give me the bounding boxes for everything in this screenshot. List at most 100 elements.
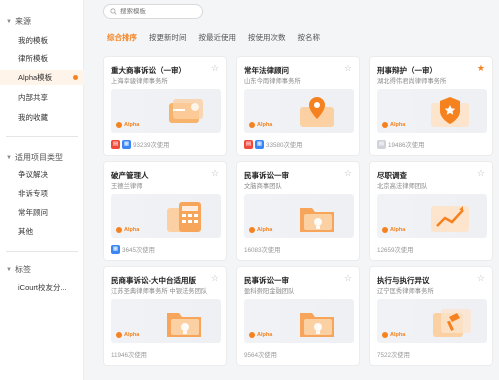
star-icon[interactable]: ☆ xyxy=(211,169,219,178)
template-card[interactable]: 民商事诉讼-大中台适用版 江苏圣典律师事务所 中银法务团队 ☆ Alpha 11… xyxy=(103,266,227,366)
card-footer: 16083次使用 xyxy=(244,245,280,254)
star-icon[interactable]: ☆ xyxy=(477,274,485,283)
card-thumbnail: Alpha xyxy=(244,299,354,343)
info-badge: ▦ xyxy=(111,245,120,254)
sidebar-item-my-templates[interactable]: 我的模板 xyxy=(0,33,84,48)
sidebar-item-tag-icourt[interactable]: iCourt校友分... xyxy=(0,280,84,295)
card-footer: 12659次使用 xyxy=(377,245,413,254)
alpha-logo-icon xyxy=(116,227,122,233)
template-card[interactable]: 民事诉讼一审 盈科赍阳金融团队 ☆ Alpha 9564次使用 xyxy=(236,266,360,366)
alpha-logo: Alpha xyxy=(382,332,405,338)
card-title: 民事诉讼一审 xyxy=(244,171,289,180)
tags-section-title[interactable]: ▼ 标签 xyxy=(6,264,31,275)
card-thumbnail: Alpha xyxy=(111,299,221,343)
usage-count: 11946次使用 xyxy=(111,352,147,359)
card-subtitle: 北京高法律师团队 xyxy=(377,183,428,190)
alpha-logo-icon xyxy=(382,227,388,233)
star-icon[interactable]: ☆ xyxy=(211,64,219,73)
card-title: 常年法律顾问 xyxy=(244,66,289,75)
sort-tab-name[interactable]: 按名称 xyxy=(298,32,321,43)
card-title: 刑事辩护（一审） xyxy=(377,66,437,75)
alpha-logo: Alpha xyxy=(116,227,139,233)
card-footer: 7522次使用 xyxy=(377,350,410,359)
divider xyxy=(6,251,78,252)
card-footer: ▤ ▦ 33580次使用 xyxy=(244,140,302,149)
star-icon[interactable]: ☆ xyxy=(344,64,352,73)
card-title: 破产管理人 xyxy=(111,171,149,180)
sort-tab-recent[interactable]: 按最近使用 xyxy=(199,32,237,43)
card-thumbnail: Alpha xyxy=(111,194,221,238)
card-thumbnail: Alpha xyxy=(244,89,354,133)
card-footer: ▤ 19486次使用 xyxy=(377,140,424,149)
chevron-down-icon: ▼ xyxy=(6,266,12,273)
card-subtitle: 辽宁匡秀律师事务所 xyxy=(377,288,434,295)
sidebar-item-non-litigation[interactable]: 非诉专项 xyxy=(0,186,84,201)
gavel-illustration-icon xyxy=(433,309,471,337)
shield-illustration-icon xyxy=(431,97,469,127)
card-title: 执行与执行异议 xyxy=(377,276,430,285)
star-icon[interactable]: ★ xyxy=(477,64,485,73)
template-card[interactable]: 重大商事诉讼（一审） 上海幸骏律师事务所 ☆ Alpha ▤ ▦ 93239次使用 xyxy=(103,56,227,156)
sidebar-item-internal-share[interactable]: 内部共享 xyxy=(0,90,84,105)
card-subtitle: 山东今雨律师事务所 xyxy=(244,78,301,85)
usage-count: 7522次使用 xyxy=(377,352,410,359)
usage-count: 12659次使用 xyxy=(377,247,414,254)
star-icon[interactable]: ☆ xyxy=(477,169,485,178)
card-footer: 9564次使用 xyxy=(244,350,277,359)
pin-illustration-icon xyxy=(300,97,334,127)
template-card[interactable]: 执行与执行异议 辽宁匡秀律师事务所 ☆ Alpha 7522次使用 xyxy=(369,266,493,366)
card-subtitle: 江苏圣典律师事务所 中银法务团队 xyxy=(111,288,208,295)
sidebar-item-other[interactable]: 其他 xyxy=(0,224,84,239)
usage-count: 16083次使用 xyxy=(244,247,281,254)
doc-badge: ▤ xyxy=(244,140,253,149)
chevron-down-icon: ▼ xyxy=(6,154,12,161)
card-illustration-icon xyxy=(169,99,203,123)
search-box[interactable] xyxy=(103,4,203,19)
star-icon[interactable]: ☆ xyxy=(344,274,352,283)
alpha-logo-icon xyxy=(249,227,255,233)
info-badge: ▦ xyxy=(255,140,264,149)
card-subtitle: 盈科赍阳金融团队 xyxy=(244,288,295,295)
search-input[interactable] xyxy=(120,8,200,15)
sidebar-item-firm-templates[interactable]: 律所模板 xyxy=(0,51,84,66)
template-card[interactable]: 民事诉讼一审 文脑商事团队 ☆ Alpha 16083次使用 xyxy=(236,161,360,261)
sidebar-item-my-favorites[interactable]: 我的收藏 xyxy=(0,110,84,125)
card-subtitle: 湖北得伟君尚律师事务所 xyxy=(377,78,447,85)
card-subtitle: 上海幸骏律师事务所 xyxy=(111,78,168,85)
sort-tab-updated[interactable]: 按更新时间 xyxy=(149,32,187,43)
card-title: 尽职调查 xyxy=(377,171,407,180)
source-section-title[interactable]: ▼ 来源 xyxy=(6,16,31,27)
alpha-logo: Alpha xyxy=(382,227,405,233)
card-subtitle: 王德兰律师 xyxy=(111,183,143,190)
alpha-logo-icon xyxy=(116,122,122,128)
card-subtitle: 文脑商事团队 xyxy=(244,183,282,190)
template-card[interactable]: 尽职调查 北京高法律师团队 ☆ Alpha 12659次使用 xyxy=(369,161,493,261)
card-thumbnail: Alpha xyxy=(377,299,487,343)
sidebar-item-alpha-templates[interactable]: Alpha模板 xyxy=(0,70,84,85)
calc-illustration-icon xyxy=(167,202,201,232)
alpha-logo: Alpha xyxy=(116,122,139,128)
template-card[interactable]: 刑事辩护（一审） 湖北得伟君尚律师事务所 ★ Alpha ▤ 19486次使用 xyxy=(369,56,493,156)
card-title: 重大商事诉讼（一审） xyxy=(111,66,186,75)
template-card[interactable]: 常年法律顾问 山东今雨律师事务所 ☆ Alpha ▤ ▦ 33580次使用 xyxy=(236,56,360,156)
sidebar-item-dispute[interactable]: 争议解决 xyxy=(0,167,84,182)
sort-tab-usage[interactable]: 按使用次数 xyxy=(248,32,286,43)
star-icon[interactable]: ☆ xyxy=(344,169,352,178)
card-thumbnail: Alpha xyxy=(111,89,221,133)
card-footer: ▦ 3645次使用 xyxy=(111,245,155,254)
template-card[interactable]: 破产管理人 王德兰律师 ☆ Alpha ▦ 3645次使用 xyxy=(103,161,227,261)
usage-count: 33580次使用 xyxy=(266,142,303,149)
sidebar-item-retainer[interactable]: 常年顾问 xyxy=(0,205,84,220)
card-footer: 11946次使用 xyxy=(111,350,147,359)
folder-illustration-icon xyxy=(300,208,334,232)
card-footer: ▤ ▦ 93239次使用 xyxy=(111,140,169,149)
alpha-logo: Alpha xyxy=(116,332,139,338)
alpha-logo: Alpha xyxy=(249,122,272,128)
card-thumbnail: Alpha xyxy=(377,194,487,238)
sort-tab-overall[interactable]: 综合排序 xyxy=(107,32,137,43)
doc-badge: ▤ xyxy=(377,140,386,149)
usage-count: 3645次使用 xyxy=(122,247,155,254)
divider xyxy=(6,136,78,137)
star-icon[interactable]: ☆ xyxy=(211,274,219,283)
project-type-section-title[interactable]: ▼ 适用项目类型 xyxy=(6,152,63,163)
